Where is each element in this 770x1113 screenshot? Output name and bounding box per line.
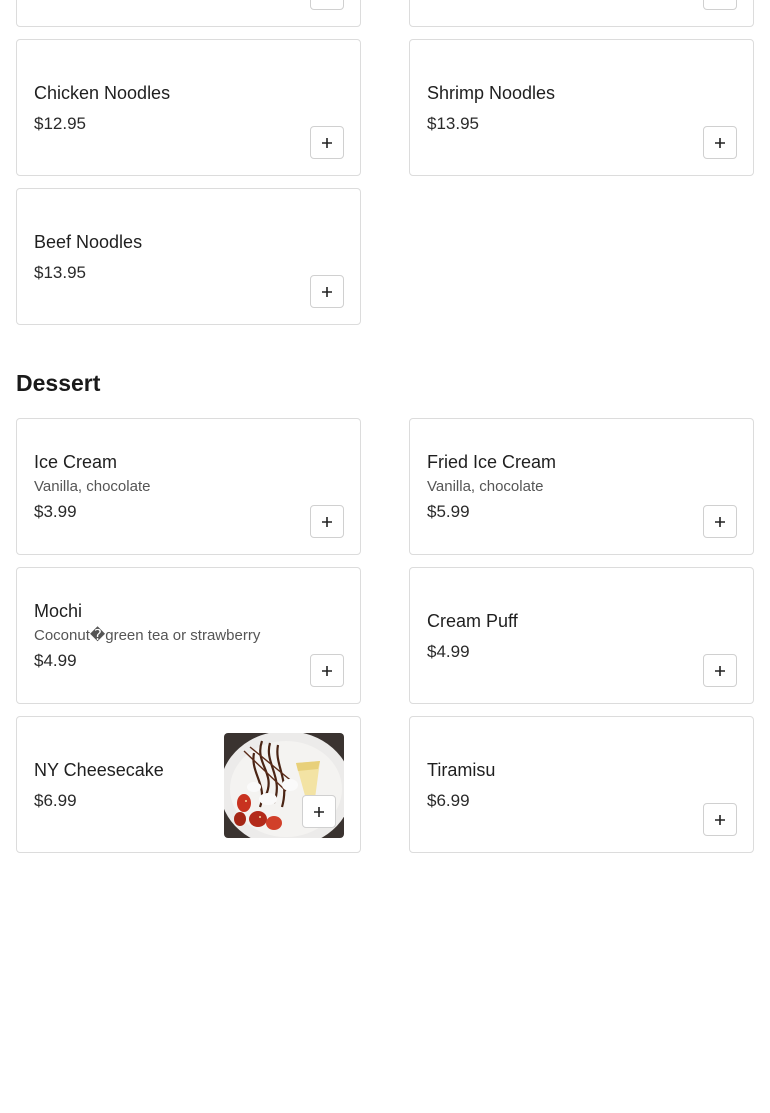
item-description: Coconut�green tea or strawberry xyxy=(34,627,261,644)
noodles-grid: Chicken Noodles $12.95 Shrimp Noodles $1… xyxy=(16,0,754,325)
dessert-grid: Ice Cream Vanilla, chocolate $3.99 Fried… xyxy=(16,418,754,853)
item-price: $4.99 xyxy=(427,641,470,661)
item-name: Shrimp Noodles xyxy=(427,82,556,103)
item-info: Shrimp Noodles $13.95 xyxy=(427,40,736,175)
item-price: $12.95 xyxy=(34,113,86,133)
item-info xyxy=(427,0,736,26)
item-name: Beef Noodles xyxy=(34,231,143,252)
item-description: Vanilla, chocolate xyxy=(427,478,544,495)
plus-icon xyxy=(322,286,332,297)
item-name: Ice Cream xyxy=(34,452,118,472)
item-description: Vanilla, chocolate xyxy=(34,478,151,495)
plus-icon xyxy=(322,516,332,527)
add-item-button[interactable] xyxy=(310,275,344,308)
item-price: $6.99 xyxy=(427,790,470,810)
plus-icon xyxy=(715,516,725,527)
item-info: Cream Puff $4.99 xyxy=(427,568,736,703)
menu-item-card-shrimp-noodles[interactable]: Shrimp Noodles $13.95 xyxy=(409,39,754,176)
add-item-button[interactable] xyxy=(703,654,737,687)
add-item-button[interactable] xyxy=(703,803,737,836)
menu-item-card[interactable] xyxy=(409,0,754,27)
item-name: Chicken Noodles xyxy=(34,82,171,103)
item-name: Cream Puff xyxy=(427,610,518,631)
item-info: Chicken Noodles $12.95 xyxy=(34,40,343,175)
plus-icon xyxy=(715,137,725,148)
item-name: Mochi xyxy=(34,601,83,621)
add-item-button[interactable] xyxy=(310,654,344,687)
item-price: $13.95 xyxy=(34,262,86,282)
plus-icon xyxy=(322,137,332,148)
add-item-button[interactable] xyxy=(302,795,336,828)
plus-icon xyxy=(322,665,332,676)
menu-item-card-beef-noodles[interactable]: Beef Noodles $13.95 xyxy=(16,188,361,325)
item-info: Beef Noodles $13.95 xyxy=(34,189,343,324)
item-info: NY Cheesecake $6.99 xyxy=(34,717,220,852)
section-title-dessert: Dessert xyxy=(16,370,101,396)
add-item-button[interactable] xyxy=(310,0,344,10)
item-price: $13.95 xyxy=(427,113,479,133)
add-item-button[interactable] xyxy=(703,126,737,159)
menu-item-card-tiramisu[interactable]: Tiramisu $6.99 xyxy=(409,716,754,853)
item-price: $5.99 xyxy=(427,502,470,521)
menu-item-card-chicken-noodles[interactable]: Chicken Noodles $12.95 xyxy=(16,39,361,176)
menu-item-card-cream-puff[interactable]: Cream Puff $4.99 xyxy=(409,567,754,704)
item-price: $6.99 xyxy=(34,790,77,810)
item-name: NY Cheesecake xyxy=(34,759,164,780)
add-item-button[interactable] xyxy=(310,126,344,159)
menu-item-card-ice-cream[interactable]: Ice Cream Vanilla, chocolate $3.99 xyxy=(16,418,361,555)
plus-icon xyxy=(314,806,324,817)
item-info: Ice Cream Vanilla, chocolate $3.99 xyxy=(34,419,343,554)
menu-item-card[interactable] xyxy=(16,0,361,27)
item-name: Tiramisu xyxy=(427,759,496,780)
plus-icon xyxy=(715,665,725,676)
menu-item-card-fried-ice-cream[interactable]: Fried Ice Cream Vanilla, chocolate $5.99 xyxy=(409,418,754,555)
item-info: Fried Ice Cream Vanilla, chocolate $5.99 xyxy=(427,419,736,554)
add-item-button[interactable] xyxy=(310,505,344,538)
add-item-button[interactable] xyxy=(703,505,737,538)
item-name: Fried Ice Cream xyxy=(427,452,557,472)
menu-item-card-ny-cheesecake[interactable]: NY Cheesecake $6.99 xyxy=(16,716,361,853)
item-info: Tiramisu $6.99 xyxy=(427,717,736,852)
menu-item-card-mochi[interactable]: Mochi Coconut�green tea or strawberry $4… xyxy=(16,567,361,704)
item-price: $4.99 xyxy=(34,651,77,670)
add-item-button[interactable] xyxy=(703,0,737,10)
menu-page: Chicken Noodles $12.95 Shrimp Noodles $1… xyxy=(0,0,770,1113)
item-info xyxy=(34,0,343,26)
item-info: Mochi Coconut�green tea or strawberry $4… xyxy=(34,568,343,703)
item-price: $3.99 xyxy=(34,502,77,521)
cheesecake-photo[interactable] xyxy=(224,733,344,838)
plus-icon xyxy=(715,814,725,825)
